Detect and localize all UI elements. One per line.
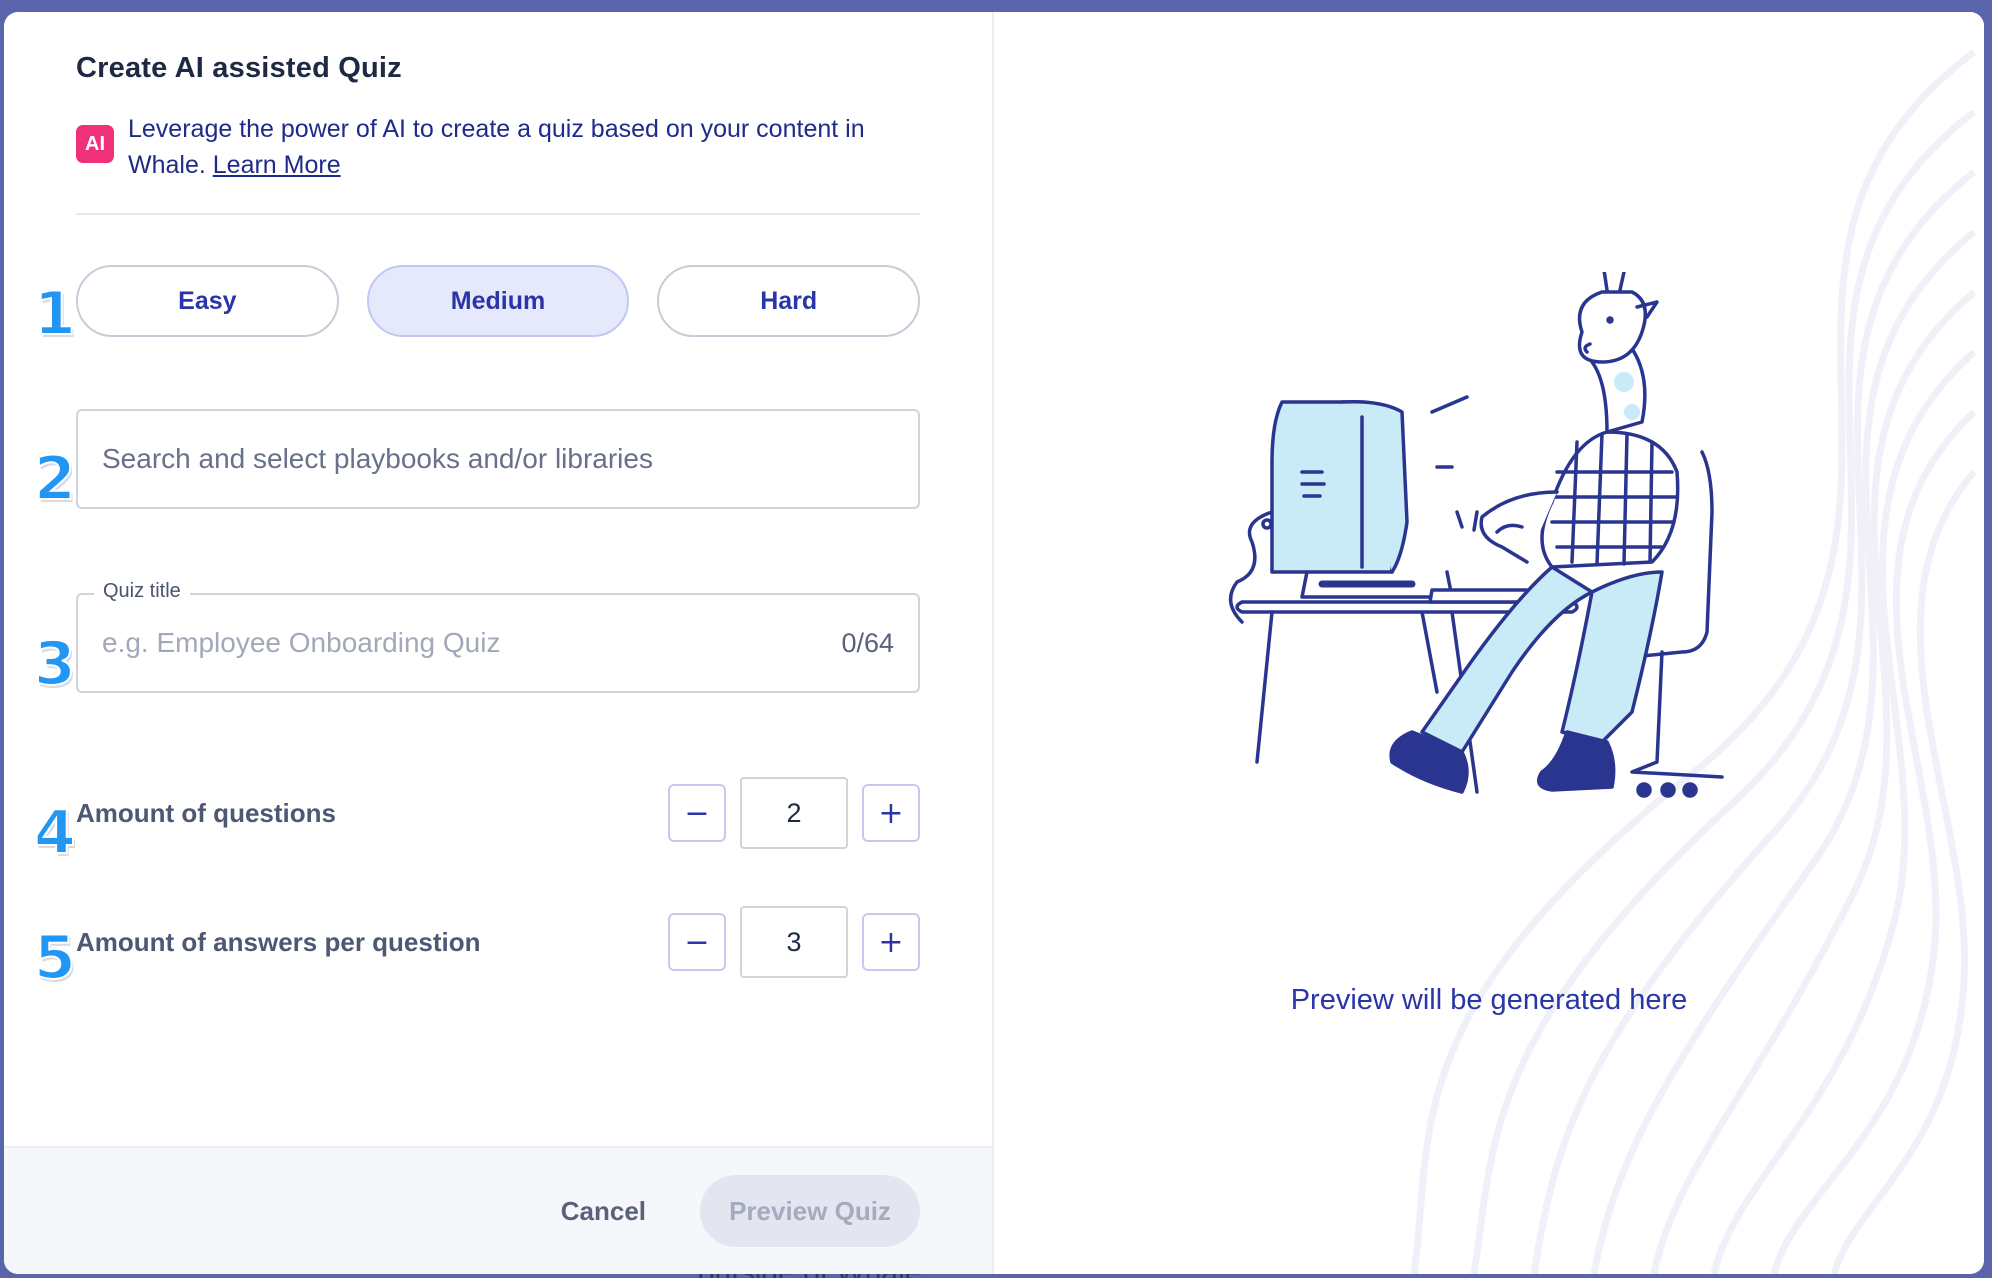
giraffe-at-computer-illustration xyxy=(1228,272,1724,798)
annotation-marker-1: 1 xyxy=(33,279,77,349)
ai-badge-icon: AI xyxy=(76,125,114,163)
quiz-title-label: Quiz title xyxy=(94,580,190,603)
create-quiz-modal: Create AI assisted Quiz AI Leverage the … xyxy=(4,12,1984,1274)
quiz-title-field: Quiz title 0/64 xyxy=(76,580,920,693)
questions-increment-button[interactable]: + xyxy=(862,784,920,842)
answers-amount-label: Amount of answers per question xyxy=(76,926,481,957)
learn-more-link[interactable]: Learn More xyxy=(213,151,341,179)
answers-amount-row: Amount of answers per question − 3 + xyxy=(76,906,920,978)
content-search-field xyxy=(76,409,920,509)
difficulty-easy-button[interactable]: Easy xyxy=(76,265,339,337)
annotation-marker-5: 5 xyxy=(33,923,77,993)
preview-panel: Preview will be generated here xyxy=(994,12,1984,1274)
quiz-title-input[interactable] xyxy=(102,627,842,659)
difficulty-medium-button[interactable]: Medium xyxy=(366,265,630,337)
difficulty-hard-button[interactable]: Hard xyxy=(657,265,921,337)
ai-banner: AI Leverage the power of AI to create a … xyxy=(76,111,920,215)
cancel-button[interactable]: Cancel xyxy=(543,1196,664,1227)
content-search-input[interactable] xyxy=(102,443,894,475)
questions-amount-value[interactable]: 2 xyxy=(740,777,848,849)
questions-amount-label: Amount of questions xyxy=(76,797,336,828)
preview-placeholder-text: Preview will be generated here xyxy=(1290,984,1688,1016)
quiz-title-char-count: 0/64 xyxy=(841,627,894,658)
modal-title: Create AI assisted Quiz xyxy=(76,52,402,84)
answers-increment-button[interactable]: + xyxy=(862,913,920,971)
answers-stepper: − 3 + xyxy=(668,906,920,978)
preview-quiz-button[interactable]: Preview Quiz xyxy=(700,1175,920,1247)
questions-amount-row: Amount of questions − 2 + xyxy=(76,777,920,849)
questions-decrement-button[interactable]: − xyxy=(668,784,726,842)
difficulty-selector: Easy Medium Hard xyxy=(76,265,921,337)
annotation-marker-2: 2 xyxy=(33,444,77,514)
ai-description: Leverage the power of AI to create a qui… xyxy=(128,111,920,183)
annotation-marker-3: 3 xyxy=(33,629,77,699)
answers-amount-value[interactable]: 3 xyxy=(740,906,848,978)
annotation-marker-4: 4 xyxy=(33,798,77,868)
quiz-form-panel: Create AI assisted Quiz AI Leverage the … xyxy=(4,12,994,1274)
modal-footer: Cancel Preview Quiz xyxy=(4,1146,992,1274)
questions-stepper: − 2 + xyxy=(668,777,920,849)
answers-decrement-button[interactable]: − xyxy=(668,913,726,971)
